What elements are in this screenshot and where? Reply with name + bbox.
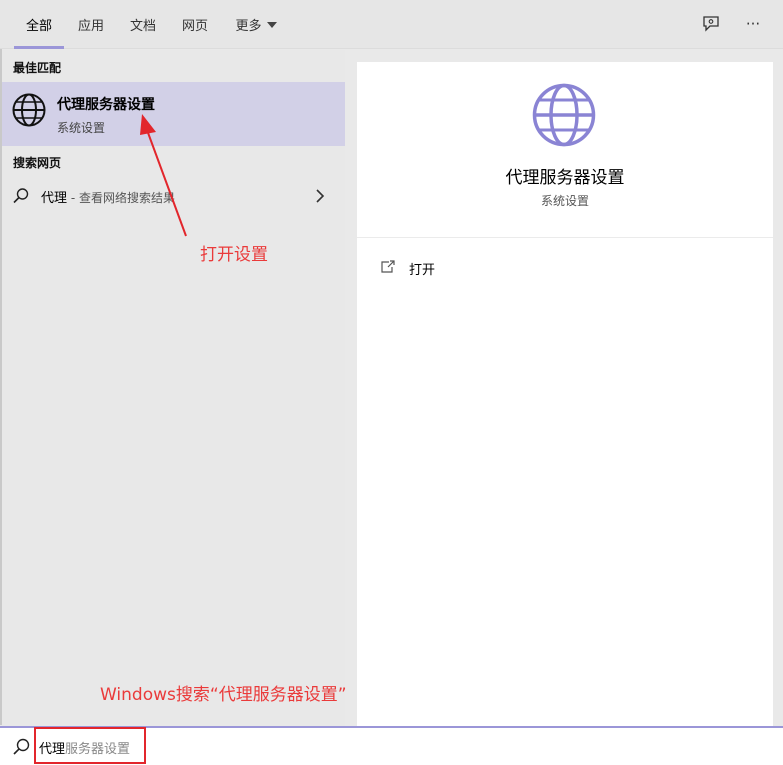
tab-all[interactable]: 全部 — [14, 0, 64, 49]
feedback-icon — [703, 16, 719, 32]
search-icon — [13, 738, 30, 755]
tab-documents[interactable]: 文档 — [120, 0, 166, 49]
best-match-subtitle: 系统设置 — [57, 121, 106, 135]
more-options-button[interactable]: ··· — [739, 11, 767, 37]
chevron-right-icon[interactable] — [313, 188, 327, 204]
open-action-label: 打开 — [409, 263, 436, 278]
search-icon — [13, 188, 29, 204]
preview-title: 代理服务器设置 — [505, 168, 625, 188]
preview-header: 代理服务器设置 系统设置 — [357, 62, 773, 238]
tab-label: 全部 — [25, 19, 52, 34]
active-tab-indicator — [14, 46, 64, 49]
tab-more[interactable]: 更多 — [226, 0, 286, 49]
tab-web[interactable]: 网页 — [172, 0, 218, 49]
preview-panel: 代理服务器设置 系统设置 打开 — [357, 62, 773, 726]
caret-down-icon — [266, 21, 277, 28]
preview-subtitle: 系统设置 — [540, 194, 589, 208]
more-options-icon: ··· — [745, 15, 761, 33]
tab-label: 更多 — [235, 19, 262, 34]
annotation-open-settings: 打开设置 — [200, 245, 268, 265]
tab-apps[interactable]: 应用 — [68, 0, 114, 49]
annotation-arrow — [140, 114, 187, 237]
globe-icon — [532, 83, 596, 147]
annotation-search-box — [34, 727, 146, 764]
web-search-header: 搜索网页 — [13, 156, 62, 170]
annotation-search-hint: Windows搜索“代理服务器设置” — [100, 685, 347, 705]
best-match-header: 最佳匹配 — [13, 61, 62, 75]
tab-label: 文档 — [129, 19, 156, 34]
globe-icon — [12, 93, 46, 127]
tab-label: 网页 — [181, 19, 208, 34]
open-action[interactable]: 打开 — [377, 257, 497, 279]
web-search-term: 代理 — [41, 191, 68, 206]
open-icon — [381, 260, 395, 273]
feedback-button[interactable] — [697, 11, 725, 37]
tab-bar: 全部 应用 文档 网页 更多 ··· — [0, 0, 783, 49]
tab-label: 应用 — [77, 19, 104, 34]
